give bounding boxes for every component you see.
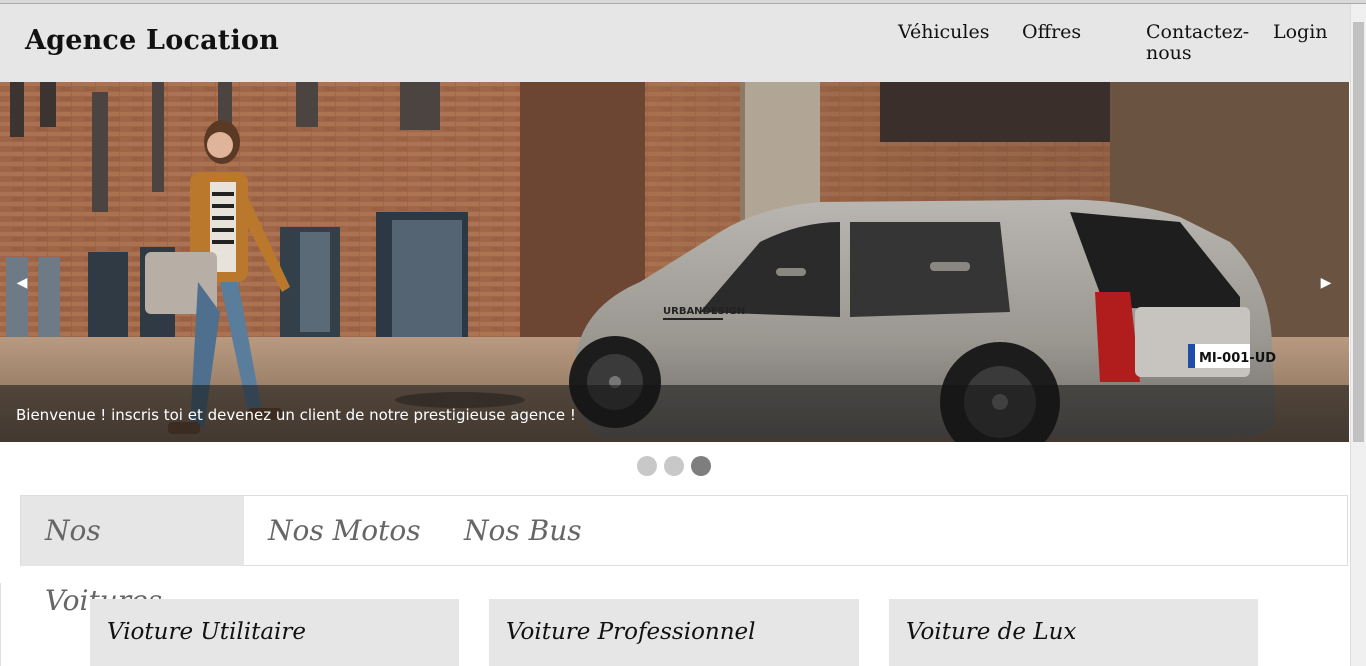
content-left-border [0,583,1,666]
carousel-caption-bar: Bienvenue ! inscris toi et devenez un cl… [0,385,1349,442]
carousel-dot-1[interactable] [637,456,657,476]
carousel-dot-2[interactable] [664,456,684,476]
hero-carousel: MI-001-UD URBANDESIGN ◀ ▶ Bienvenue ! in… [0,82,1349,442]
card-title: Vioture Utilitaire [107,619,306,645]
carousel-caption: Bienvenue ! inscris toi et devenez un cl… [16,406,576,424]
tab-nos-voitures[interactable]: Nos Voitures [21,496,244,617]
tab-nos-bus[interactable]: Nos Bus [440,496,606,566]
page-scrollbar[interactable] [1350,4,1366,666]
carousel-next-icon[interactable]: ▶ [1318,275,1334,291]
nav-link-login[interactable]: Login [1273,22,1328,43]
site-brand[interactable]: Agence Location [25,25,279,56]
site-header: Agence Location Véhicules Offres Contact… [0,4,1350,82]
category-card-utilitaire[interactable]: Vioture Utilitaire [90,599,459,666]
door-decal: URBANDESIGN [663,306,745,317]
carousel-prev-icon[interactable]: ◀ [14,275,30,291]
nav-link-vehicules[interactable]: Véhicules [898,22,989,43]
license-plate: MI-001-UD [1199,351,1276,366]
card-title: Voiture Professionnel [506,619,756,645]
category-card-lux[interactable]: Voiture de Lux [889,599,1258,666]
card-title: Voiture de Lux [906,619,1077,645]
carousel-dot-3-active[interactable] [691,456,711,476]
category-card-professionnel[interactable]: Voiture Professionnel [489,599,859,666]
nav-link-contact[interactable]: Contactez-nous [1146,22,1256,64]
nav-link-offres[interactable]: Offres [1022,22,1081,43]
scrollbar-thumb[interactable] [1353,22,1364,442]
tab-nos-motos[interactable]: Nos Motos [244,496,445,566]
vehicle-tabs: Nos Voitures Nos Motos Nos Bus [20,495,1348,617]
